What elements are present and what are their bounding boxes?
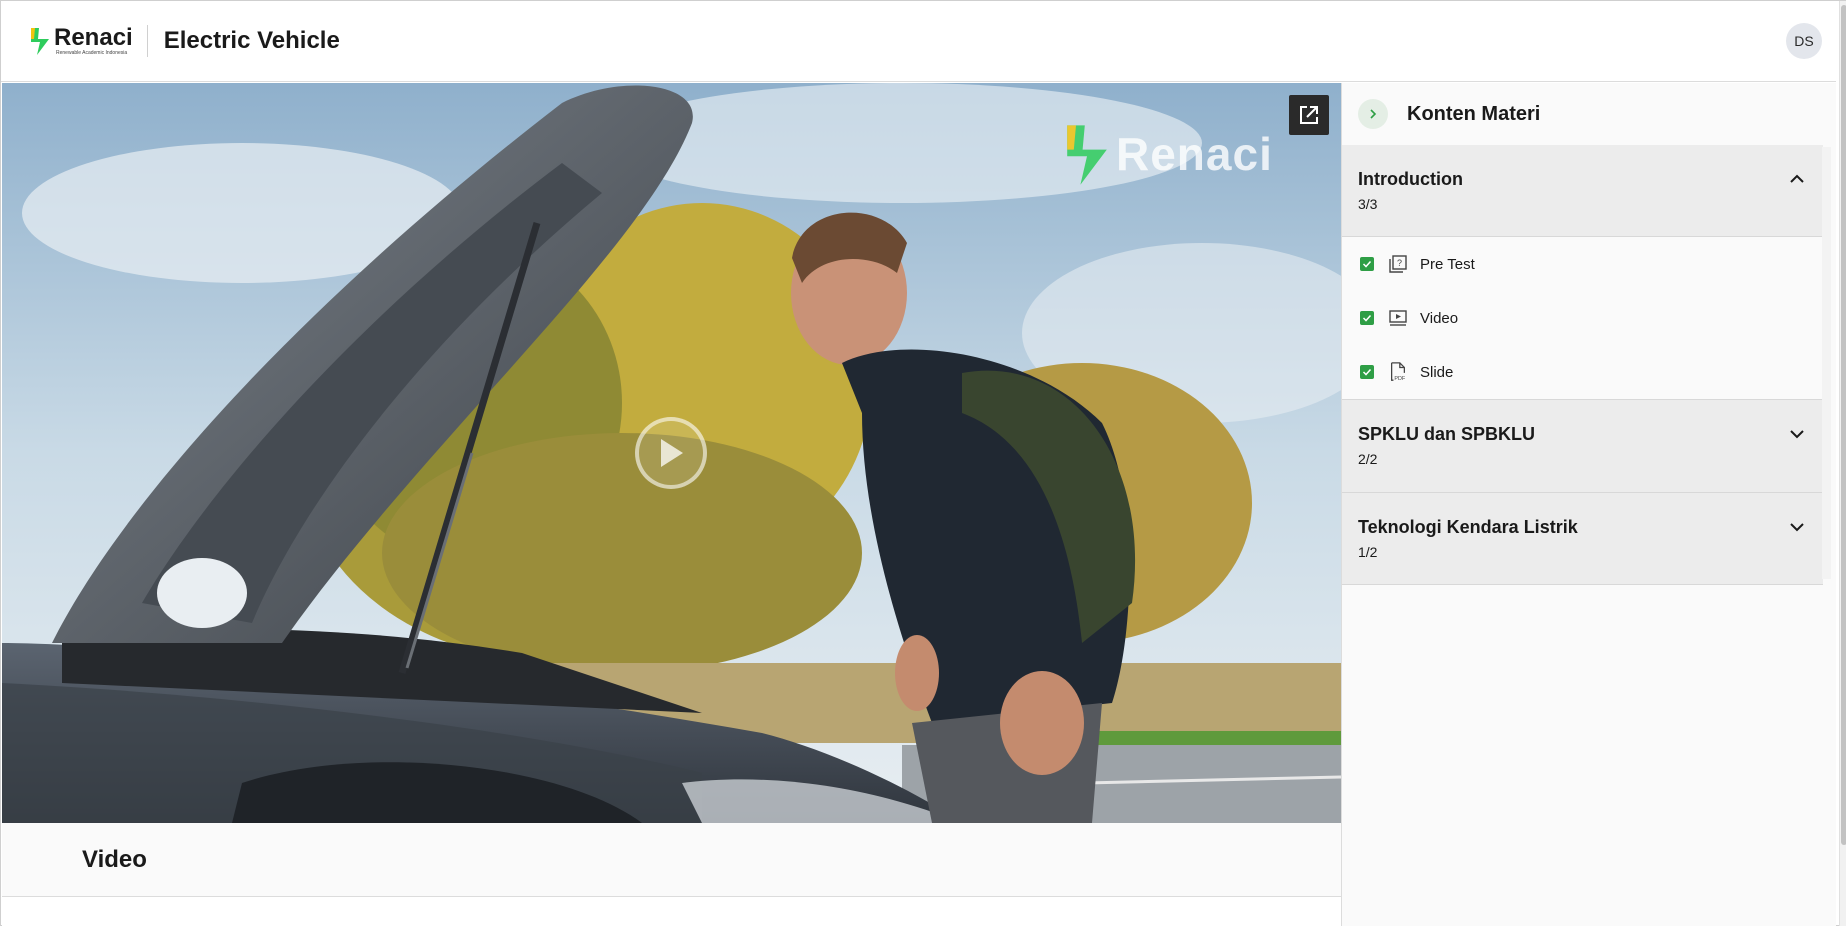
chevron-down-icon[interactable] bbox=[1789, 426, 1805, 442]
module-title: SPKLU dan SPBKLU bbox=[1358, 424, 1536, 444]
header-divider bbox=[146, 25, 148, 57]
video-player[interactable]: Renaci bbox=[2, 83, 1341, 823]
pdf-icon: PDF bbox=[1391, 362, 1406, 382]
module-progress: 1/2 bbox=[1358, 544, 1378, 560]
item-label: Pre Test bbox=[1420, 255, 1475, 273]
module-spklu-dan-spbklu[interactable]: SPKLU dan SPBKLU 2/2 bbox=[1342, 399, 1823, 493]
sidebar-title: Konten Materi bbox=[1407, 102, 1541, 125]
open-in-new-button[interactable] bbox=[1289, 95, 1329, 135]
chevron-down-icon[interactable] bbox=[1789, 519, 1805, 535]
module-progress: 3/3 bbox=[1358, 196, 1378, 212]
module-title: Teknologi Kendara Listrik bbox=[1358, 517, 1578, 537]
watermark-text: Renaci bbox=[1116, 128, 1273, 180]
content-area bbox=[2, 897, 1341, 926]
page-title: Electric Vehicle bbox=[163, 27, 340, 54]
page-scrollbar[interactable] bbox=[1839, 1, 1846, 926]
module-list: Introduction 3/3 ? Pre Test Video PDF Sl… bbox=[1342, 145, 1823, 585]
page-scrollbar-thumb[interactable] bbox=[1841, 5, 1846, 845]
sidebar-scrollbar[interactable] bbox=[1822, 147, 1831, 579]
quiz-icon: ? bbox=[1389, 255, 1407, 273]
video-icon bbox=[1389, 310, 1407, 326]
content-title-bar: Video bbox=[2, 823, 1341, 897]
top-header: Renaci Renewable Academic Indonesia Elec… bbox=[1, 1, 1836, 82]
completed-checkbox bbox=[1360, 365, 1374, 379]
logo-subtitle: Renewable Academic Indonesia bbox=[56, 49, 128, 56]
list-item-video[interactable]: Video bbox=[1342, 291, 1823, 345]
module-progress: 2/2 bbox=[1358, 451, 1378, 467]
sidebar-header: Konten Materi bbox=[1342, 83, 1836, 145]
item-label: Slide bbox=[1420, 363, 1454, 381]
watermark-bolt-icon bbox=[1067, 125, 1107, 185]
video-watermark: Renaci bbox=[1062, 121, 1273, 187]
play-icon bbox=[661, 439, 683, 467]
module-items: ? Pre Test Video PDF Slide bbox=[1342, 237, 1823, 399]
logo[interactable]: Renaci Renewable Academic Indonesia bbox=[29, 21, 133, 61]
svg-text:PDF: PDF bbox=[1394, 376, 1406, 382]
chevron-up-icon[interactable] bbox=[1789, 171, 1805, 187]
check-icon bbox=[1362, 314, 1372, 322]
collapse-sidebar-button[interactable] bbox=[1358, 99, 1388, 129]
logo-word: Renaci bbox=[54, 23, 133, 51]
module-teknologi-kendara-listrik[interactable]: Teknologi Kendara Listrik 1/2 bbox=[1342, 493, 1823, 585]
completed-checkbox bbox=[1360, 257, 1374, 271]
module-introduction[interactable]: Introduction 3/3 bbox=[1342, 145, 1823, 237]
list-item-slide[interactable]: PDF Slide bbox=[1342, 345, 1823, 399]
check-icon bbox=[1362, 260, 1372, 268]
chevron-right-icon bbox=[1370, 109, 1377, 119]
play-button[interactable] bbox=[635, 417, 707, 489]
completed-checkbox bbox=[1360, 311, 1374, 325]
course-sidebar: Konten Materi Introduction 3/3 ? Pre Tes… bbox=[1341, 83, 1836, 926]
page: Renaci Renewable Academic Indonesia Elec… bbox=[0, 0, 1846, 926]
avatar[interactable]: DS bbox=[1786, 23, 1822, 59]
content-title: Video bbox=[82, 845, 147, 873]
svg-text:?: ? bbox=[1397, 258, 1402, 268]
item-label: Video bbox=[1420, 309, 1459, 327]
check-icon bbox=[1362, 368, 1372, 376]
logo-bolt-icon bbox=[31, 28, 49, 55]
open-in-new-icon bbox=[1300, 106, 1318, 124]
list-item-pre-test[interactable]: ? Pre Test bbox=[1342, 237, 1823, 291]
module-title: Introduction bbox=[1358, 169, 1463, 189]
